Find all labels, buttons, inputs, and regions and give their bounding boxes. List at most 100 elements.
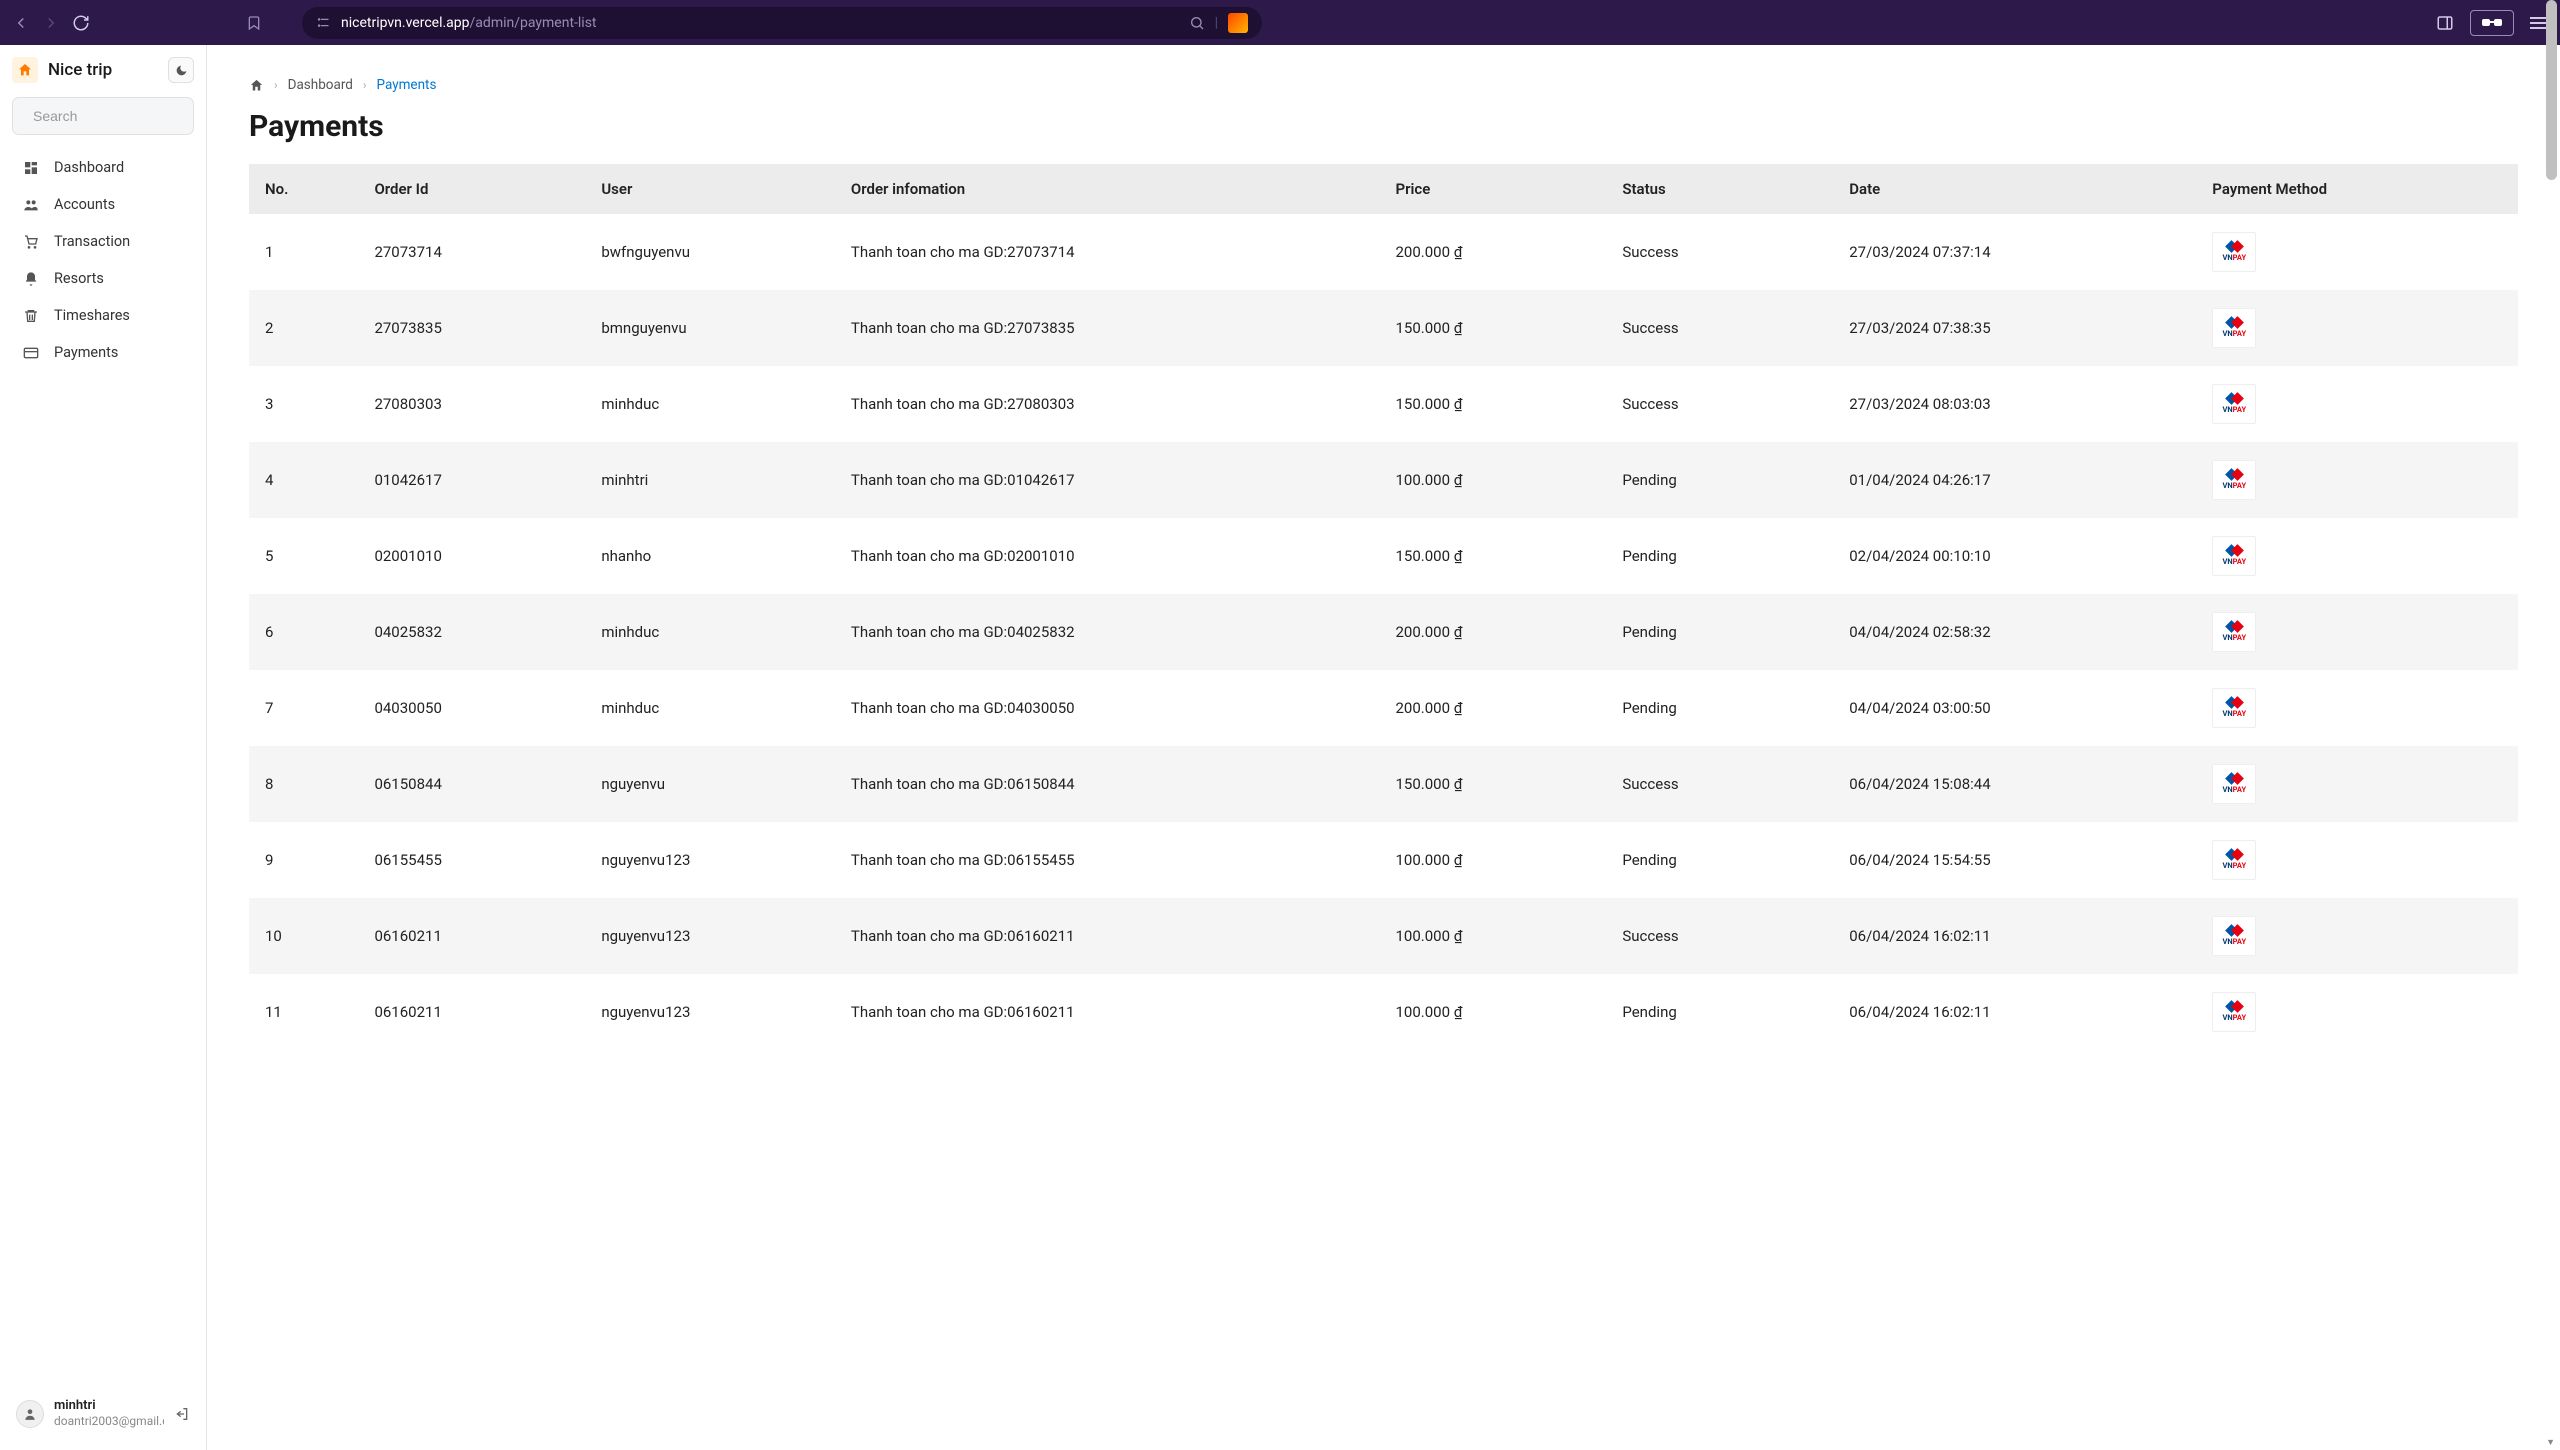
- people-icon: [22, 197, 40, 213]
- cell-date: 02/04/2024 00:10:10: [1837, 518, 2200, 594]
- avatar[interactable]: [16, 1400, 44, 1428]
- cell-info: Thanh toan cho ma GD:27080303: [839, 366, 1384, 442]
- cell-order-id: 06160211: [362, 898, 589, 974]
- cell-order-id: 04030050: [362, 670, 589, 746]
- scrollbar[interactable]: ▲ ▼: [2542, 0, 2560, 1450]
- sidebar-item-timeshares[interactable]: Timeshares: [12, 299, 194, 332]
- table-row[interactable]: 6 04025832 minhduc Thanh toan cho ma GD:…: [249, 594, 2518, 670]
- table-row[interactable]: 2 27073835 bmnguyenvu Thanh toan cho ma …: [249, 290, 2518, 366]
- breadcrumb-payments[interactable]: Payments: [377, 77, 437, 93]
- logout-button[interactable]: [174, 1406, 190, 1422]
- forward-button[interactable]: [42, 14, 60, 32]
- cell-user: minhduc: [589, 366, 839, 442]
- vnpay-badge: VNPAY: [2212, 536, 2256, 576]
- cell-method: VNPAY: [2200, 290, 2518, 366]
- app-logo[interactable]: [12, 57, 38, 83]
- cell-status: Pending: [1610, 974, 1837, 1050]
- privacy-glasses-icon[interactable]: [2470, 10, 2514, 36]
- table-row[interactable]: 7 04030050 minhduc Thanh toan cho ma GD:…: [249, 670, 2518, 746]
- cell-status: Pending: [1610, 442, 1837, 518]
- col-order-id: Order Id: [362, 164, 589, 214]
- cell-method: VNPAY: [2200, 594, 2518, 670]
- cell-no: 6: [249, 594, 362, 670]
- trash-icon: [22, 308, 40, 324]
- col-no: No.: [249, 164, 362, 214]
- grid-icon: [22, 160, 40, 176]
- cell-method: VNPAY: [2200, 746, 2518, 822]
- breadcrumb-dashboard[interactable]: Dashboard: [288, 77, 353, 93]
- vnpay-badge: VNPAY: [2212, 688, 2256, 728]
- brave-shield-icon[interactable]: [1228, 13, 1248, 33]
- cell-status: Pending: [1610, 518, 1837, 594]
- cell-order-id: 27073714: [362, 214, 589, 290]
- app-header: Nice trip: [12, 57, 194, 83]
- vnpay-text: VNPAY: [2222, 1013, 2246, 1022]
- nav-label: Transaction: [54, 233, 130, 250]
- cell-order-id: 02001010: [362, 518, 589, 594]
- vnpay-logo-icon: [2227, 774, 2242, 783]
- vnpay-badge: VNPAY: [2212, 384, 2256, 424]
- cell-date: 06/04/2024 16:02:11: [1837, 898, 2200, 974]
- sidebar-item-accounts[interactable]: Accounts: [12, 188, 194, 221]
- user-email: doantri2003@gmail.com: [54, 1414, 164, 1430]
- cell-user: nguyenvu123: [589, 898, 839, 974]
- scroll-down-icon[interactable]: ▼: [2546, 1437, 2555, 1448]
- site-settings-icon[interactable]: [316, 15, 331, 30]
- cell-info: Thanh toan cho ma GD:04025832: [839, 594, 1384, 670]
- vnpay-text: VNPAY: [2222, 785, 2246, 794]
- table-row[interactable]: 9 06155455 nguyenvu123 Thanh toan cho ma…: [249, 822, 2518, 898]
- vnpay-logo-icon: [2227, 546, 2242, 555]
- cell-no: 5: [249, 518, 362, 594]
- vnpay-badge: VNPAY: [2212, 916, 2256, 956]
- search-input[interactable]: [33, 108, 214, 124]
- table-row[interactable]: 11 06160211 nguyenvu123 Thanh toan cho m…: [249, 974, 2518, 1050]
- table-row[interactable]: 10 06160211 nguyenvu123 Thanh toan cho m…: [249, 898, 2518, 974]
- cell-status: Pending: [1610, 822, 1837, 898]
- sidebar-item-payments[interactable]: Payments: [12, 336, 194, 369]
- cell-date: 04/04/2024 02:58:32: [1837, 594, 2200, 670]
- vnpay-logo-icon: [2227, 850, 2242, 859]
- search-icon[interactable]: [1189, 15, 1205, 31]
- bell-icon: [22, 271, 40, 287]
- bookmark-icon[interactable]: [246, 15, 262, 31]
- cell-date: 01/04/2024 04:26:17: [1837, 442, 2200, 518]
- sidebar-item-dashboard[interactable]: Dashboard: [12, 151, 194, 184]
- cell-info: Thanh toan cho ma GD:27073835: [839, 290, 1384, 366]
- home-icon[interactable]: [249, 78, 264, 93]
- cell-price: 100.000 ₫: [1383, 442, 1610, 518]
- cell-date: 27/03/2024 07:38:35: [1837, 290, 2200, 366]
- table-row[interactable]: 3 27080303 minhduc Thanh toan cho ma GD:…: [249, 366, 2518, 442]
- cell-price: 200.000 ₫: [1383, 214, 1610, 290]
- sidebar-item-transaction[interactable]: Transaction: [12, 225, 194, 258]
- cell-date: 06/04/2024 15:08:44: [1837, 746, 2200, 822]
- table-row[interactable]: 8 06150844 nguyenvu Thanh toan cho ma GD…: [249, 746, 2518, 822]
- theme-toggle[interactable]: [168, 57, 194, 83]
- cell-method: VNPAY: [2200, 366, 2518, 442]
- cell-user: minhduc: [589, 594, 839, 670]
- cell-method: VNPAY: [2200, 670, 2518, 746]
- table-row[interactable]: 4 01042617 minhtri Thanh toan cho ma GD:…: [249, 442, 2518, 518]
- cell-no: 7: [249, 670, 362, 746]
- cell-info: Thanh toan cho ma GD:06155455: [839, 822, 1384, 898]
- sidepanel-icon[interactable]: [2436, 14, 2454, 32]
- nav-label: Dashboard: [54, 159, 124, 176]
- vnpay-badge: VNPAY: [2212, 992, 2256, 1032]
- url-bar[interactable]: nicetripvn.vercel.app/admin/payment-list…: [302, 7, 1262, 39]
- back-button[interactable]: [12, 14, 30, 32]
- search-box[interactable]: [12, 97, 194, 135]
- cell-no: 8: [249, 746, 362, 822]
- scroll-thumb[interactable]: [2546, 0, 2557, 180]
- table-row[interactable]: 1 27073714 bwfnguyenvu Thanh toan cho ma…: [249, 214, 2518, 290]
- vnpay-badge: VNPAY: [2212, 308, 2256, 348]
- nav-list: Dashboard Accounts Transaction Resorts T…: [12, 151, 194, 369]
- reload-button[interactable]: [72, 14, 90, 32]
- cell-order-id: 06160211: [362, 974, 589, 1050]
- table-row[interactable]: 5 02001010 nhanho Thanh toan cho ma GD:0…: [249, 518, 2518, 594]
- cell-price: 100.000 ₫: [1383, 898, 1610, 974]
- vnpay-text: VNPAY: [2222, 329, 2246, 338]
- cell-date: 06/04/2024 15:54:55: [1837, 822, 2200, 898]
- cell-status: Pending: [1610, 670, 1837, 746]
- cart-icon: [22, 234, 40, 250]
- sidebar-item-resorts[interactable]: Resorts: [12, 262, 194, 295]
- cell-price: 100.000 ₫: [1383, 974, 1610, 1050]
